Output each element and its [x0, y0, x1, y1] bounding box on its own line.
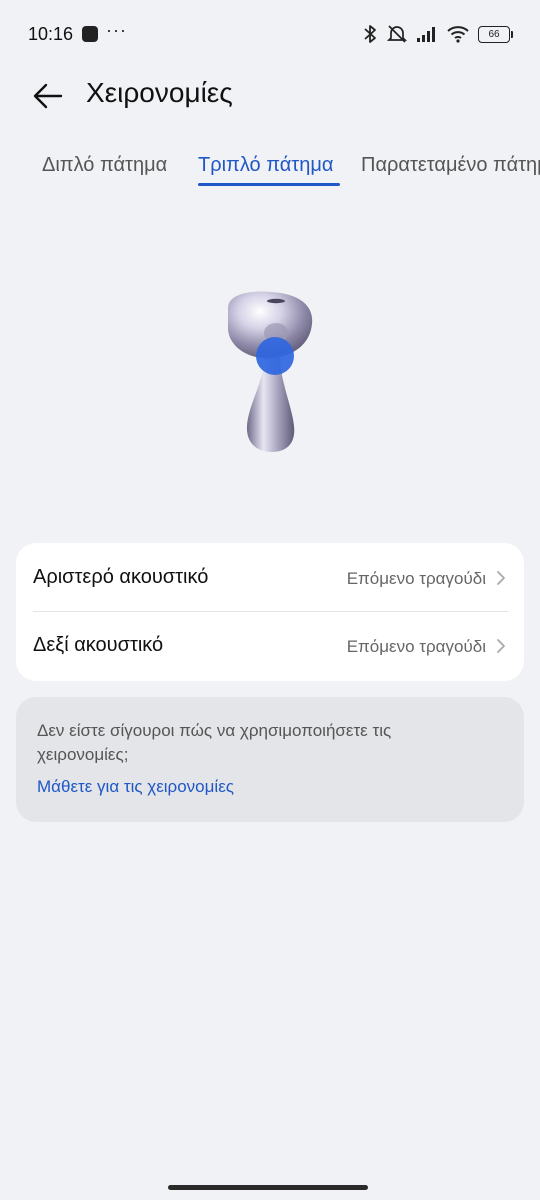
right-earbud-value: Επόμενο τραγούδι — [346, 637, 486, 656]
earbud-illustration — [228, 291, 313, 452]
app-bar: Χειρονομίες — [0, 66, 540, 122]
tab-triple-tap[interactable]: Τριπλό πάτημα — [198, 154, 333, 177]
status-time: 10:16 — [28, 24, 74, 44]
help-card: Δεν είστε σίγουροι πώς να χρησιμοποιήσετ… — [16, 697, 524, 822]
page-title: Χειρονομίες — [86, 77, 233, 108]
left-earbud-row[interactable]: Αριστερό ακουστικό Επόμενο τραγούδι — [16, 543, 524, 611]
bluetooth-icon — [364, 25, 376, 43]
active-tab-indicator — [198, 183, 340, 186]
gesture-tabs: Διπλό πάτημα Τριπλό πάτημα Παρατεταμένο … — [0, 150, 540, 192]
help-text: Δεν είστε σίγουροι πώς να χρησιμοποιήσετ… — [37, 721, 392, 764]
tap-area-indicator — [256, 337, 294, 375]
app-notification-icon — [82, 26, 98, 42]
arrow-left-icon — [33, 83, 63, 109]
tab-double-tap[interactable]: Διπλό πάτημα — [42, 154, 167, 177]
learn-gestures-link[interactable]: Μάθετε για τις χειρονομίες — [37, 777, 234, 797]
status-icons: 66 — [362, 24, 513, 44]
right-earbud-label: Δεξί ακουστικό — [33, 634, 164, 656]
chevron-right-icon — [497, 639, 505, 653]
chevron-right-icon — [497, 571, 505, 585]
home-indicator[interactable] — [168, 1185, 368, 1190]
status-bar: 10:16 ··· 66 — [0, 0, 540, 70]
tab-long-press[interactable]: Παρατεταμένο πάτημα — [361, 154, 540, 177]
earbud-settings-card: Αριστερό ακουστικό Επόμενο τραγούδι Δεξί… — [16, 543, 524, 681]
more-notifications-icon: ··· — [106, 20, 127, 40]
signal-icon — [417, 27, 435, 42]
left-earbud-value: Επόμενο τραγούδι — [346, 569, 486, 588]
wifi-icon — [447, 26, 469, 43]
left-earbud-label: Αριστερό ακουστικό — [33, 566, 209, 588]
mute-icon — [386, 25, 408, 43]
battery-icon: 66 — [478, 25, 513, 43]
back-button[interactable] — [26, 74, 70, 118]
right-earbud-row[interactable]: Δεξί ακουστικό Επόμενο τραγούδι — [16, 611, 524, 679]
